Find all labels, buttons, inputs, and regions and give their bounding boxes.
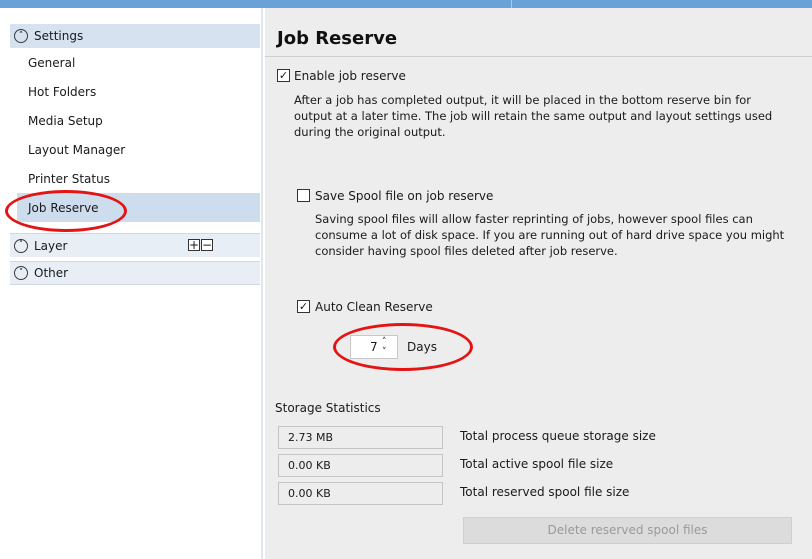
auto-clean-reserve-checkbox[interactable]: ✓: [297, 300, 310, 313]
category-layer-label: Layer: [34, 238, 68, 253]
category-settings-label: Settings: [34, 29, 84, 43]
highlight-ring-job-reserve: [5, 190, 127, 232]
sidebar-item-label: Hot Folders: [28, 84, 97, 99]
chevron-up-icon[interactable]: ˄: [14, 29, 28, 43]
sidebar-item-general[interactable]: General: [17, 48, 260, 77]
category-layer[interactable]: ˅ Layer + −: [10, 233, 260, 257]
storage-statistics-heading: Storage Statistics: [275, 401, 381, 415]
process-queue-size-label: Total process queue storage size: [460, 429, 656, 443]
add-layer-button[interactable]: +: [188, 239, 200, 251]
sidebar-item-label: Media Setup: [28, 113, 103, 128]
reserved-spool-size-field: 0.00 KB: [278, 482, 443, 505]
save-spool-label: Save Spool file on job reserve: [315, 189, 494, 203]
highlight-ring-days: [333, 323, 473, 371]
process-queue-size-field: 2.73 MB: [278, 426, 443, 449]
enable-job-reserve-checkbox[interactable]: ✓: [277, 69, 290, 82]
save-spool-checkbox[interactable]: [297, 189, 310, 202]
sidebar-item-media-setup[interactable]: Media Setup: [17, 106, 260, 135]
reserved-spool-size-label: Total reserved spool file size: [460, 485, 630, 499]
save-spool-description: Saving spool files will allow faster rep…: [315, 212, 785, 258]
enable-job-reserve-label: Enable job reserve: [294, 69, 406, 83]
category-other[interactable]: ˅ Other: [10, 261, 260, 285]
sidebar-item-layout-manager[interactable]: Layout Manager: [17, 135, 260, 164]
sidebar-item-label: Printer Status: [28, 171, 110, 186]
category-other-label: Other: [34, 266, 69, 280]
active-spool-size-field: 0.00 KB: [278, 454, 443, 477]
page-title: Job Reserve: [277, 28, 398, 49]
sidebar-item-hot-folders[interactable]: Hot Folders: [17, 77, 260, 106]
category-settings[interactable]: ˄ Settings: [10, 24, 260, 48]
chevron-down-icon[interactable]: ˅: [14, 266, 28, 280]
sidebar-item-label: General: [28, 55, 76, 70]
panel-divider: [261, 8, 263, 559]
title-bar-divider: [511, 0, 512, 8]
title-divider: [265, 56, 812, 57]
sidebar-item-label: Layout Manager: [28, 142, 126, 157]
chevron-down-icon[interactable]: ˅: [14, 238, 28, 253]
window-title-bar: [0, 0, 812, 8]
auto-clean-reserve-label: Auto Clean Reserve: [315, 300, 433, 314]
active-spool-size-label: Total active spool file size: [460, 457, 614, 471]
delete-reserved-spool-files-button[interactable]: Delete reserved spool files: [463, 517, 792, 544]
layer-controls: + −: [188, 239, 214, 251]
remove-layer-button[interactable]: −: [201, 239, 213, 251]
sidebar-item-printer-status[interactable]: Printer Status: [17, 164, 260, 193]
enable-job-reserve-description: After a job has completed output, it wil…: [294, 93, 773, 139]
navigation-panel: ˄ Settings General Hot Folders Media Set…: [0, 8, 264, 559]
job-reserve-panel: Job Reserve ✓ Enable job reserve After a…: [265, 8, 812, 559]
